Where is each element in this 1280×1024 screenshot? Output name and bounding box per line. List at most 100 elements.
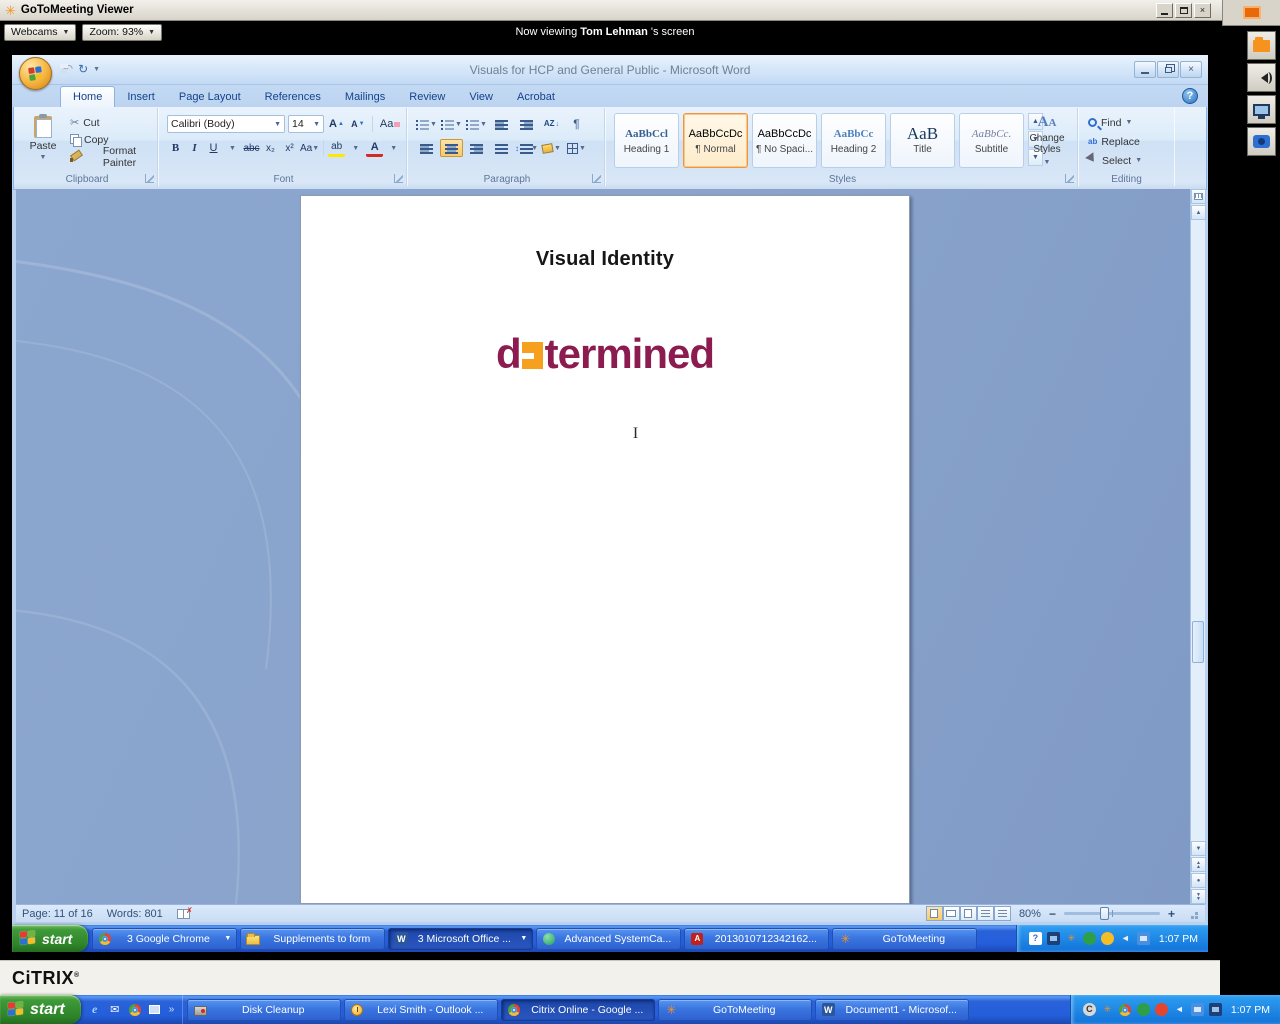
word-count[interactable]: Words: 801 [107, 908, 163, 920]
change-styles-button[interactable]: AA Change Styles ▼ [1023, 113, 1071, 175]
local-start-button[interactable]: start [0, 995, 81, 1024]
screen-button[interactable] [1247, 95, 1276, 124]
network-tray-icon[interactable] [1136, 932, 1150, 945]
citrix-tray-icon[interactable]: C [1082, 1003, 1096, 1016]
security-tray-icon[interactable] [1082, 932, 1096, 945]
viewer-minimize-button[interactable] [1156, 2, 1173, 18]
volume-tray-icon[interactable]: ◄ [1173, 1003, 1186, 1016]
italic-button[interactable]: I [186, 139, 203, 157]
chrome-quicklaunch-icon[interactable] [127, 1002, 143, 1018]
multilevel-list-button[interactable]: ▼ [465, 115, 488, 133]
webcam-button[interactable] [1247, 127, 1276, 156]
paragraph-dialog-launcher[interactable] [592, 174, 601, 183]
underline-options-button[interactable]: ▼ [224, 139, 241, 157]
web-layout-button[interactable] [959, 906, 977, 921]
task-word-document1[interactable]: W Document1 - Microsof... [815, 998, 970, 1021]
tab-home[interactable]: Home [60, 86, 116, 107]
justify-button[interactable] [490, 139, 513, 157]
underline-button[interactable]: U [205, 139, 222, 157]
tab-references[interactable]: References [253, 87, 333, 107]
align-right-button[interactable] [465, 139, 488, 157]
align-center-button[interactable] [440, 139, 463, 157]
format-painter-button[interactable]: Format Painter [67, 145, 157, 169]
vertical-scrollbar[interactable]: ▲ ▼ ▲ ▲ ● ▼ ▼ [1190, 189, 1206, 904]
previous-page-button[interactable]: ▲ ▲ [1191, 857, 1206, 872]
select-button[interactable]: Select ▼ [1085, 152, 1145, 169]
mail-icon[interactable]: ✉ [107, 1002, 123, 1018]
tab-mailings[interactable]: Mailings [333, 87, 397, 107]
zoom-in-button[interactable]: + [1168, 908, 1175, 920]
tab-page-layout[interactable]: Page Layout [167, 87, 253, 107]
task-outlook[interactable]: Lexi Smith - Outlook ... [344, 998, 499, 1021]
security-tray-icon[interactable] [1136, 1003, 1150, 1016]
chrome-tray-icon[interactable] [1119, 1003, 1132, 1016]
scroll-up-button[interactable]: ▲ [1191, 205, 1206, 220]
line-spacing-button[interactable]: ↕ ▼ [515, 139, 538, 157]
shrink-font-button[interactable]: A ▼ [349, 115, 367, 133]
next-page-button[interactable]: ▼ ▼ [1191, 889, 1206, 904]
page-indicator[interactable]: Page: 11 of 16 [22, 908, 93, 920]
tab-acrobat[interactable]: Acrobat [505, 87, 567, 107]
ruler-toggle-button[interactable] [1191, 189, 1206, 204]
show-hide-pilcrow-button[interactable]: ¶ [565, 115, 588, 133]
tab-insert[interactable]: Insert [115, 87, 167, 107]
word-minimize-button[interactable] [1134, 61, 1156, 78]
style-normal[interactable]: AaBbCcDc ¶ Normal [683, 113, 748, 168]
task-disk-cleanup[interactable]: Disk Cleanup [187, 998, 342, 1021]
tab-review[interactable]: Review [397, 87, 457, 107]
strikethrough-button[interactable]: abc [243, 139, 260, 157]
font-dialog-launcher[interactable] [394, 174, 403, 183]
zoom-slider[interactable] [1063, 907, 1160, 920]
bullets-button[interactable]: ▼ [415, 115, 438, 133]
task-google-chrome[interactable]: 3 Google Chrome ▼ [92, 927, 238, 950]
task-citrix-online[interactable]: Citrix Online - Google ... [501, 998, 656, 1021]
customize-qat-button[interactable]: ▼ [93, 66, 100, 73]
shading-button[interactable]: ▼ [540, 139, 563, 157]
network-tray-icon[interactable] [1190, 1003, 1204, 1016]
scroll-down-button[interactable]: ▼ [1191, 841, 1206, 856]
zoom-button[interactable]: Zoom: 93% ▼ [82, 23, 163, 41]
task-microsoft-office[interactable]: W3 Microsoft Office ... ▼ [388, 927, 534, 950]
gotomeeting-tray-icon[interactable]: ✳ [1101, 1003, 1114, 1016]
office-button[interactable] [19, 57, 52, 90]
viewer-close-button[interactable]: × [1194, 2, 1211, 18]
screen-tools-button[interactable] [1247, 31, 1276, 60]
decrease-indent-button[interactable] [490, 115, 513, 133]
redo-button[interactable]: ↻ [78, 62, 88, 76]
internet-explorer-icon[interactable]: e [87, 1002, 103, 1018]
styles-dialog-launcher[interactable] [1065, 174, 1074, 183]
update-tray-icon[interactable] [1154, 1003, 1168, 1016]
grow-font-button[interactable]: A ▲ [327, 115, 346, 133]
display-tray-icon[interactable] [1046, 932, 1060, 945]
task-pdf-document[interactable]: A 2013010712342162... [684, 927, 830, 950]
highlight-options-button[interactable]: ▼ [347, 139, 364, 157]
gotomeeting-grab-tab[interactable] [1222, 0, 1280, 26]
task-gotomeeting-local[interactable]: ✳ GoToMeeting [658, 998, 813, 1021]
viewer-maximize-button[interactable] [1175, 2, 1192, 18]
increase-indent-button[interactable] [515, 115, 538, 133]
style-no-spacing[interactable]: AaBbCcDc ¶ No Spaci... [752, 113, 817, 168]
clipboard-dialog-launcher[interactable] [145, 174, 154, 183]
word-close-button[interactable]: × [1180, 61, 1202, 78]
word-restore-button[interactable] [1157, 61, 1179, 78]
style-heading-2[interactable]: AaBbCc Heading 2 [821, 113, 886, 168]
borders-button[interactable]: ▼ [565, 139, 588, 157]
help-button[interactable]: ? [1182, 88, 1198, 104]
tab-view[interactable]: View [457, 87, 505, 107]
quick-launch-overflow-chevron[interactable]: » [167, 1004, 177, 1015]
webcams-button[interactable]: Webcams ▼ [4, 23, 77, 41]
style-title[interactable]: AaB Title [890, 113, 955, 168]
change-case-button[interactable]: Aa ▼ [300, 139, 319, 157]
show-desktop-icon[interactable] [147, 1002, 163, 1018]
scrollbar-thumb[interactable] [1192, 621, 1204, 663]
superscript-button[interactable]: x² [281, 139, 298, 157]
remote-start-button[interactable]: start [12, 925, 89, 952]
style-heading-1[interactable]: AaBbCcl Heading 1 [614, 113, 679, 168]
font-name-combo[interactable]: Calibri (Body) ▼ [167, 115, 285, 133]
sort-button[interactable]: AZ ↓ [540, 115, 563, 133]
align-left-button[interactable] [415, 139, 438, 157]
font-color-options-button[interactable]: ▼ [385, 139, 402, 157]
numbering-button[interactable]: ▼ [440, 115, 463, 133]
text-highlight-button[interactable]: ab [328, 139, 346, 157]
zoom-slider-thumb[interactable] [1100, 907, 1110, 920]
